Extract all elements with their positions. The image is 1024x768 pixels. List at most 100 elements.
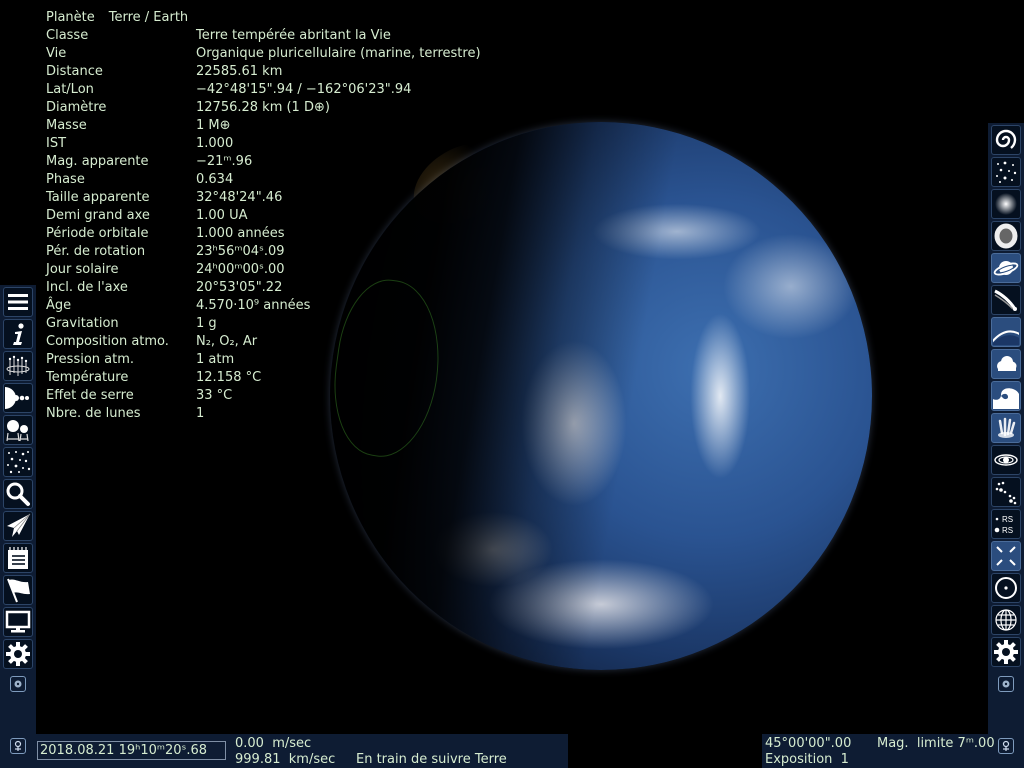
compare-size-button[interactable] [3,415,33,445]
info-value: 12756.28 km (1 D⊕) [196,100,330,115]
expand-toggle[interactable] [991,541,1021,571]
planets-button[interactable] [3,383,33,413]
search-icon [6,482,30,506]
info-button[interactable] [3,319,33,349]
constellation-icon [995,481,1017,505]
right-toggle-button[interactable] [998,676,1014,692]
info-row: Classe Terre tempérée abritant la Vie [46,27,481,45]
info-value: 24ʰ00ᵐ00ˢ.00 [196,262,285,277]
search-button[interactable] [3,479,33,509]
label-size-icon: RS RS [994,515,1013,535]
aurora-icon [998,417,1016,438]
water-toggle[interactable] [991,381,1021,411]
info-value: 0.634 [196,172,234,187]
dot-circle-icon [1002,680,1010,688]
flag-button[interactable] [3,575,33,605]
left-toolbar [0,285,36,768]
display-button[interactable] [3,607,33,637]
info-row: Gravitation 1 g [46,315,481,333]
right-settings-button[interactable] [991,637,1021,667]
target-icon [995,577,1017,599]
nebula-toggle[interactable] [991,221,1021,251]
comet-icon [994,289,1017,311]
info-row: Effet de serre 33 °C [46,387,481,405]
info-row: Température 12.158 °C [46,369,481,387]
comet-toggle[interactable] [991,285,1021,315]
info-value: −42°48'15".94 / −162°06'23".94 [196,82,412,97]
stars-toggle[interactable] [991,157,1021,187]
info-label: Pression atm. [46,352,135,367]
planet-ring-toggle[interactable] [991,253,1021,283]
info-label: Âge [46,298,72,313]
star-cluster-icon [995,193,1017,215]
cloud-icon [997,356,1017,371]
info-label: Température [46,370,129,385]
star-cluster-toggle[interactable] [991,189,1021,219]
info-label: Demi grand axe [46,208,150,223]
info-label: IST [46,136,67,151]
galaxy-toggle[interactable] [991,125,1021,155]
info-value: 1 atm [196,352,235,367]
info-value: −21ᵐ.96 [196,154,253,169]
info-value: 1 M⊕ [196,118,231,133]
aurora-toggle[interactable] [991,413,1021,443]
info-value: 12.158 °C [196,370,262,385]
info-value: 1 [196,406,205,421]
info-label: Lat/Lon [46,82,94,97]
info-row: Pér. de rotation 23ʰ56ᵐ04ˢ.09 [46,243,481,261]
settings-button[interactable] [3,639,33,669]
info-label: Jour solaire [46,262,119,277]
right-pin-button[interactable] [998,738,1014,754]
star-system-button[interactable] [3,351,33,381]
left-toggle-button[interactable] [10,676,26,692]
info-title-value: Terre / Earth [108,10,189,25]
menu-button[interactable] [3,287,33,317]
spaceship-icon [7,513,31,537]
speed-readout: 0.00 m/sec [235,736,312,751]
orbit-icon [994,454,1018,466]
flag-icon [7,578,30,603]
target-toggle[interactable] [991,573,1021,603]
constellations-toggle[interactable] [991,477,1021,507]
info-value: 1 g [196,316,217,331]
info-row: Pression atm. 1 atm [46,351,481,369]
spaceship-button[interactable] [3,511,33,541]
grid-toggle[interactable] [991,605,1021,635]
compare-size-icon [6,420,29,442]
info-row: Vie Organique pluricellulaire (marine, te… [46,45,481,63]
info-value: N₂, O₂, Ar [196,334,258,349]
bottom-status-left: 2018.08.21 19ʰ10ᵐ20ˢ.68 0.00 m/sec 999.8… [36,734,568,768]
info-value: Terre tempérée abritant la Vie [196,28,391,43]
clouds-toggle[interactable] [991,349,1021,379]
star-field-button[interactable] [3,447,33,477]
exposure-readout: Exposition 1 [765,752,849,767]
datetime-field[interactable]: 2018.08.21 19ʰ10ᵐ20ˢ.68 [37,741,226,760]
info-label: Distance [46,64,103,79]
info-label: Incl. de l'axe [46,280,128,295]
info-label: Diamètre [46,100,107,115]
left-pin-button[interactable] [10,738,26,754]
grid-globe-icon [995,609,1017,631]
info-value: Organique pluricellulaire (marine, terre… [196,46,481,61]
info-value: 20°53'05".22 [196,280,283,295]
planets-icon [5,387,29,409]
menu-icon [8,294,28,310]
label-size-large-text: RS [1002,526,1013,535]
object-info-panel: Planète Terre / Earth Classe Terre tempér… [46,9,481,423]
info-icon [13,323,24,345]
info-row: IST 1.000 [46,135,481,153]
pin-icon [14,740,22,751]
display-icon [5,610,31,633]
info-row: Distance 22585.61 km [46,63,481,81]
info-row: Phase 0.634 [46,171,481,189]
atmosphere-toggle[interactable] [991,317,1021,347]
orbits-toggle[interactable] [991,445,1021,475]
info-value: 1.000 [196,136,234,151]
pin-icon [1002,740,1010,751]
info-label: Pér. de rotation [46,244,146,259]
atmosphere-icon [993,330,1019,345]
info-label: Gravitation [46,316,119,331]
label-size-toggle[interactable]: RS RS [991,509,1021,539]
notepad-button[interactable] [3,543,33,573]
info-row: Taille apparente 32°48'24".46 [46,189,481,207]
